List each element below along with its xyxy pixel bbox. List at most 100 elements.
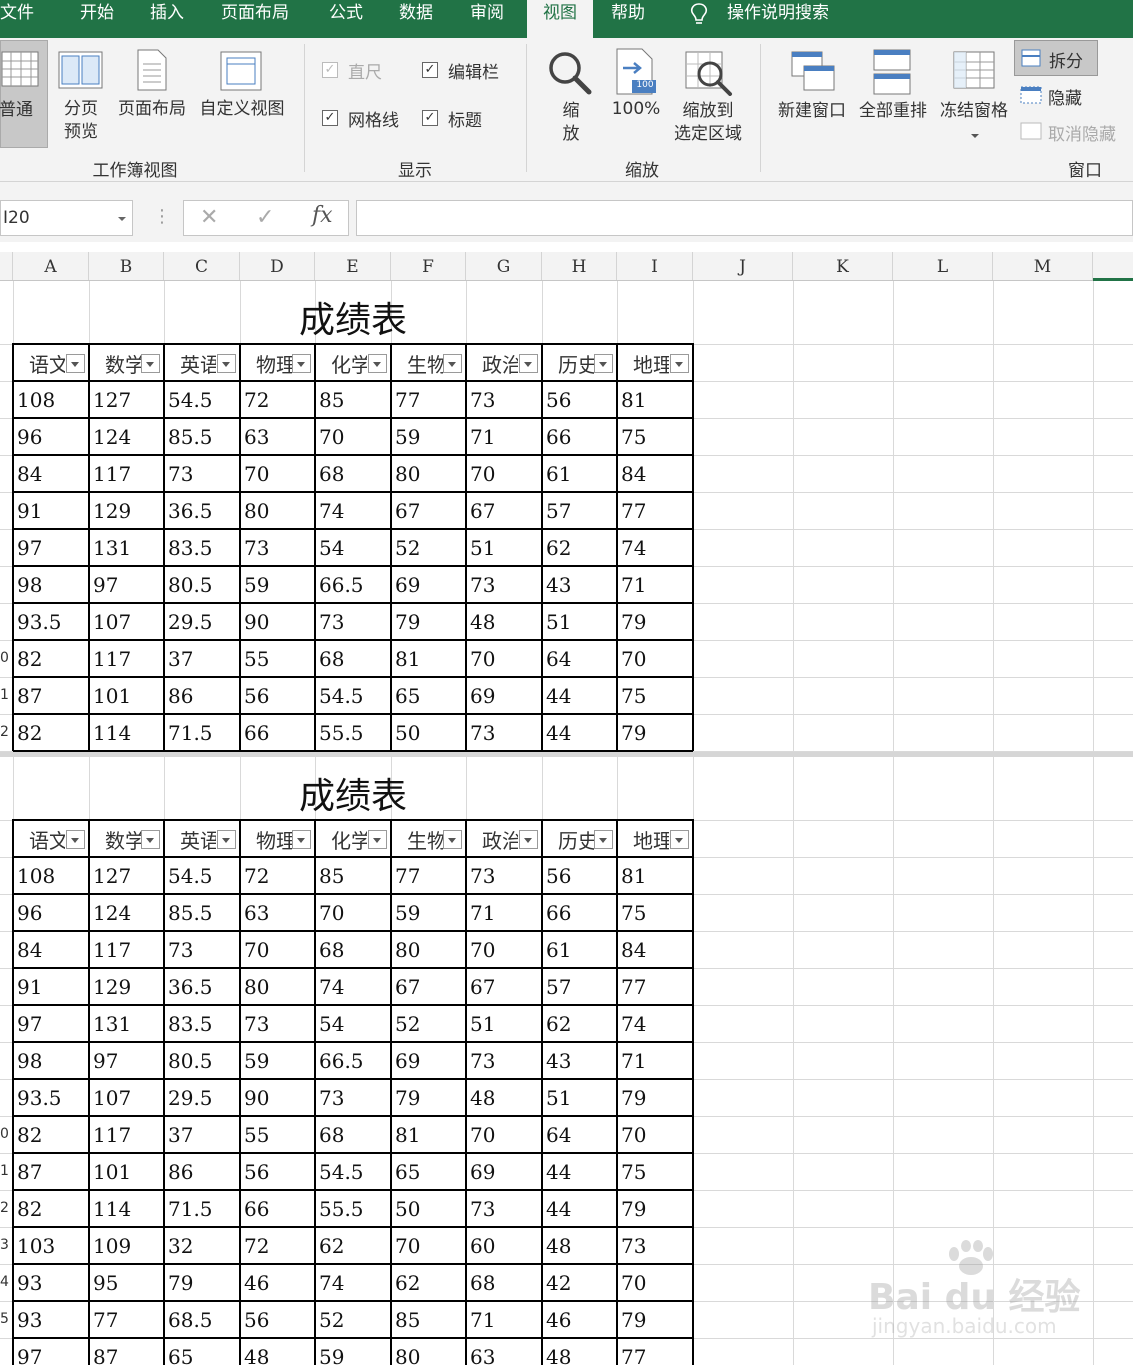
table-cell[interactable]: 65 <box>395 1160 420 1184</box>
filter-dropdown-button[interactable] <box>368 354 387 373</box>
row-header-stub[interactable]: 2 <box>0 724 12 740</box>
table-cell[interactable]: 79 <box>621 1308 646 1332</box>
page-layout-view-button[interactable]: 页面布局 <box>114 40 190 150</box>
table-cell[interactable]: 127 <box>93 864 131 888</box>
filter-dropdown-button[interactable] <box>670 830 689 849</box>
table-cell[interactable]: 73 <box>168 462 193 486</box>
tab-data[interactable]: 数据 <box>399 0 439 38</box>
table-cell[interactable]: 63 <box>244 901 269 925</box>
table-cell[interactable]: 56 <box>546 388 571 412</box>
filter-dropdown-button[interactable] <box>141 354 160 373</box>
table-cell[interactable]: 74 <box>621 1012 646 1036</box>
table-cell[interactable]: 82 <box>17 1123 42 1147</box>
table-cell[interactable]: 79 <box>621 721 646 745</box>
table-cell[interactable]: 59 <box>395 425 420 449</box>
column-title-cell[interactable]: 化学 <box>331 825 367 854</box>
table-cell[interactable]: 68 <box>319 1123 344 1147</box>
table-cell[interactable]: 85.5 <box>168 425 213 449</box>
table-cell[interactable]: 48 <box>546 1234 571 1258</box>
gridlines-checkbox[interactable]: ✓ <box>322 110 338 126</box>
table-cell[interactable]: 98 <box>17 1049 42 1073</box>
table-cell[interactable]: 71.5 <box>168 721 213 745</box>
split-button[interactable]: 拆分 <box>1014 40 1098 76</box>
insert-function-icon[interactable]: fx <box>312 203 333 228</box>
table-cell[interactable]: 131 <box>93 1012 131 1036</box>
table-cell[interactable]: 70 <box>395 1234 420 1258</box>
table-cell[interactable]: 68.5 <box>168 1308 213 1332</box>
table-cell[interactable]: 70 <box>621 647 646 671</box>
table-cell[interactable]: 74 <box>319 975 344 999</box>
column-header-c[interactable]: C <box>164 252 240 280</box>
column-header-l[interactable]: L <box>893 252 993 280</box>
table-cell[interactable]: 101 <box>93 1160 131 1184</box>
table-cell[interactable]: 73 <box>470 1197 495 1221</box>
table-cell[interactable]: 62 <box>546 1012 571 1036</box>
table-cell[interactable]: 67 <box>395 499 420 523</box>
table-cell[interactable]: 62 <box>319 1234 344 1258</box>
table-cell[interactable]: 114 <box>93 1197 131 1221</box>
table-cell[interactable]: 44 <box>546 684 571 708</box>
column-header-j[interactable]: J <box>693 252 793 280</box>
table-cell[interactable]: 73 <box>621 1234 646 1258</box>
table-cell[interactable]: 70 <box>470 462 495 486</box>
table-cell[interactable]: 68 <box>319 938 344 962</box>
column-title-cell[interactable]: 生物 <box>407 825 443 854</box>
table-cell[interactable]: 75 <box>621 901 646 925</box>
row-header-stub[interactable]: 5 <box>0 1311 12 1327</box>
column-header-e[interactable]: E <box>315 252 391 280</box>
table-cell[interactable]: 37 <box>168 647 193 671</box>
zoom-to-selection-button[interactable]: 缩放到 选定区域 <box>668 40 748 152</box>
filter-dropdown-button[interactable] <box>141 830 160 849</box>
table-cell[interactable]: 70 <box>621 1123 646 1147</box>
table-cell[interactable]: 82 <box>17 647 42 671</box>
table-cell[interactable]: 93.5 <box>17 1086 62 1110</box>
table-cell[interactable]: 117 <box>93 462 131 486</box>
tab-view[interactable]: 视图 <box>527 0 593 38</box>
table-cell[interactable]: 66.5 <box>319 573 364 597</box>
table-cell[interactable]: 65 <box>395 684 420 708</box>
table-cell[interactable]: 66.5 <box>319 1049 364 1073</box>
table-cell[interactable]: 55.5 <box>319 721 364 745</box>
split-bar[interactable] <box>0 752 1133 757</box>
table-cell[interactable]: 84 <box>621 938 646 962</box>
table-cell[interactable]: 50 <box>395 1197 420 1221</box>
column-title-cell[interactable]: 历史 <box>558 349 594 378</box>
worksheet-grid[interactable]: 成绩表 语文 数学 英语 物理 化学 生物 政治 历史 地理 108 127 54.5 72 85 77 73 5… <box>0 281 1133 1365</box>
table-cell[interactable]: 54.5 <box>319 684 364 708</box>
table-cell[interactable]: 69 <box>395 573 420 597</box>
table-cell[interactable]: 79 <box>395 610 420 634</box>
table-cell[interactable]: 73 <box>244 536 269 560</box>
table-cell[interactable]: 80 <box>395 938 420 962</box>
table-cell[interactable]: 44 <box>546 1197 571 1221</box>
column-title-cell[interactable]: 历史 <box>558 825 594 854</box>
table-cell[interactable]: 62 <box>546 536 571 560</box>
select-all-corner[interactable] <box>0 252 13 280</box>
table-cell[interactable]: 124 <box>93 901 131 925</box>
column-title-cell[interactable]: 地理 <box>633 349 669 378</box>
column-title-cell[interactable]: 化学 <box>331 349 367 378</box>
cancel-icon[interactable]: ✕ <box>200 205 218 230</box>
table-cell[interactable]: 50 <box>395 721 420 745</box>
tab-page-layout[interactable]: 页面布局 <box>221 0 301 38</box>
filter-dropdown-button[interactable] <box>519 354 538 373</box>
table-cell[interactable]: 96 <box>17 425 42 449</box>
table-cell[interactable]: 73 <box>244 1012 269 1036</box>
table-cell[interactable]: 87 <box>93 1345 118 1365</box>
row-header-stub[interactable]: 2 <box>0 1200 12 1216</box>
table-cell[interactable]: 68 <box>319 462 344 486</box>
column-title-cell[interactable]: 数学 <box>105 825 141 854</box>
filter-dropdown-button[interactable] <box>66 830 85 849</box>
column-header-a[interactable]: A <box>13 252 89 280</box>
table-cell[interactable]: 56 <box>244 684 269 708</box>
table-cell[interactable]: 91 <box>17 499 42 523</box>
table-cell[interactable]: 79 <box>621 1086 646 1110</box>
table-cell[interactable]: 74 <box>319 1271 344 1295</box>
table-cell[interactable]: 70 <box>470 938 495 962</box>
table-cell[interactable]: 81 <box>621 864 646 888</box>
table-cell[interactable]: 65 <box>168 1345 193 1365</box>
new-window-button[interactable]: 新建窗口 <box>772 40 852 152</box>
table-cell[interactable]: 81 <box>395 647 420 671</box>
table-cell[interactable]: 54 <box>319 1012 344 1036</box>
table-cell[interactable]: 80 <box>395 1345 420 1365</box>
table-cell[interactable]: 75 <box>621 425 646 449</box>
